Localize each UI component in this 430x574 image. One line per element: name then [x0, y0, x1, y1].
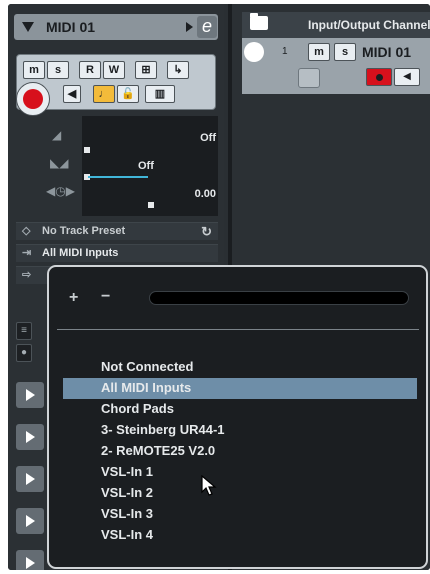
inspector-params[interactable]: Off Off 0.00 — [82, 116, 218, 216]
io-folder-header[interactable]: Input/Output Channels — [242, 12, 430, 38]
pan-indicator-line — [88, 176, 148, 178]
mute-button[interactable]: m — [23, 61, 45, 79]
midi-input-popup: + − Not Connected All MIDI Inputs Chord Pa… — [47, 265, 428, 569]
delay-icon: ◀◷▶ — [46, 184, 75, 198]
edit-channel-settings-icon[interactable]: ⊞ — [135, 61, 157, 79]
midi-input-option[interactable]: VSL-In 1 — [63, 462, 417, 483]
lanes-icon[interactable]: ▥ — [145, 85, 175, 103]
volume-ramp-icon: ◢ — [52, 128, 62, 142]
midi-input-option[interactable]: 2- ReMOTE25 V2.0 — [63, 441, 417, 462]
search-input[interactable] — [149, 291, 409, 305]
notepad-icon[interactable]: ≡ — [16, 322, 32, 340]
input-arrow-icon: ⇥ — [22, 247, 32, 259]
midi-port-icon — [244, 42, 264, 62]
track-preset-row[interactable]: ◇ No Track Preset ↻ — [16, 222, 218, 240]
delay-slider-handle[interactable] — [148, 202, 154, 208]
write-automation-button[interactable]: W — [103, 61, 125, 79]
expand-section-button-3[interactable] — [16, 466, 44, 492]
track-solo-button[interactable]: s — [334, 43, 356, 61]
expand-right-icon[interactable] — [186, 22, 193, 32]
automation-icon[interactable]: ↳ — [167, 61, 189, 79]
track-number: 1 — [282, 46, 288, 57]
expand-section-button-4[interactable] — [16, 508, 44, 534]
pan-value: Off — [138, 160, 154, 172]
track-mute-button[interactable]: m — [308, 43, 330, 61]
expand-section-button-5[interactable] — [16, 550, 44, 570]
monitor-speaker-icon[interactable]: ◀ — [63, 85, 81, 103]
collapse-triangle-icon[interactable] — [22, 22, 34, 32]
delay-value: 0.00 — [194, 188, 216, 200]
record-enable-button[interactable] — [16, 82, 50, 116]
output-arrow-icon: ⇨ — [22, 269, 32, 281]
remove-button[interactable]: − — [101, 288, 110, 306]
add-button[interactable]: + — [69, 289, 78, 307]
volume-fader-handle[interactable] — [84, 147, 90, 153]
input-routing-label: All MIDI Inputs — [42, 247, 119, 259]
midi-input-option[interactable]: Not Connected — [63, 357, 417, 378]
midi-track-row[interactable]: 1 m s MIDI 01 ◀ — [242, 38, 430, 94]
inspector-track-name: MIDI 01 — [46, 19, 96, 35]
expression-map-icon[interactable]: ● — [16, 344, 32, 362]
input-routing-row[interactable]: ⇥ All MIDI Inputs — [16, 244, 218, 262]
volume-value: Off — [200, 132, 216, 144]
midi-input-option[interactable]: 3- Steinberg UR44-1 — [63, 420, 417, 441]
midi-input-option[interactable]: All MIDI Inputs — [63, 378, 417, 399]
track-record-button[interactable] — [366, 68, 392, 86]
pan-icon: ◣◢ — [50, 156, 69, 170]
edit-instrument-button[interactable]: e — [197, 16, 217, 38]
midi-input-option[interactable]: VSL-In 3 — [63, 504, 417, 525]
solo-button[interactable]: s — [47, 61, 69, 79]
io-folder-title: Input/Output Channels — [308, 18, 430, 32]
track-monitor-icon[interactable]: ◀ — [394, 68, 420, 86]
inspector-track-header[interactable]: MIDI 01 e — [14, 14, 218, 40]
track-list-track-name: MIDI 01 — [362, 44, 412, 60]
preset-diamond-icon: ◇ — [22, 225, 31, 237]
midi-input-list: Not Connected All MIDI Inputs Chord Pads 3-… — [63, 357, 417, 546]
midi-input-option[interactable]: VSL-In 2 — [63, 483, 417, 504]
midi-input-option[interactable]: VSL-In 4 — [63, 525, 417, 546]
track-preset-label: No Track Preset — [42, 225, 126, 237]
lock-icon[interactable]: 🔓 — [117, 85, 139, 103]
musical-mode-icon[interactable]: ♩ — [93, 85, 115, 103]
mouse-pointer-icon — [201, 475, 217, 496]
track-color-box[interactable] — [298, 68, 320, 88]
expand-section-button-1[interactable] — [16, 382, 44, 408]
read-automation-button[interactable]: R — [79, 61, 101, 79]
midi-input-option[interactable]: Chord Pads — [63, 399, 417, 420]
expand-section-button-2[interactable] — [16, 424, 44, 450]
folder-icon — [250, 13, 268, 30]
popup-separator — [57, 329, 419, 330]
reset-preset-icon[interactable]: ↻ — [201, 223, 212, 240]
record-dot-icon — [23, 89, 43, 109]
